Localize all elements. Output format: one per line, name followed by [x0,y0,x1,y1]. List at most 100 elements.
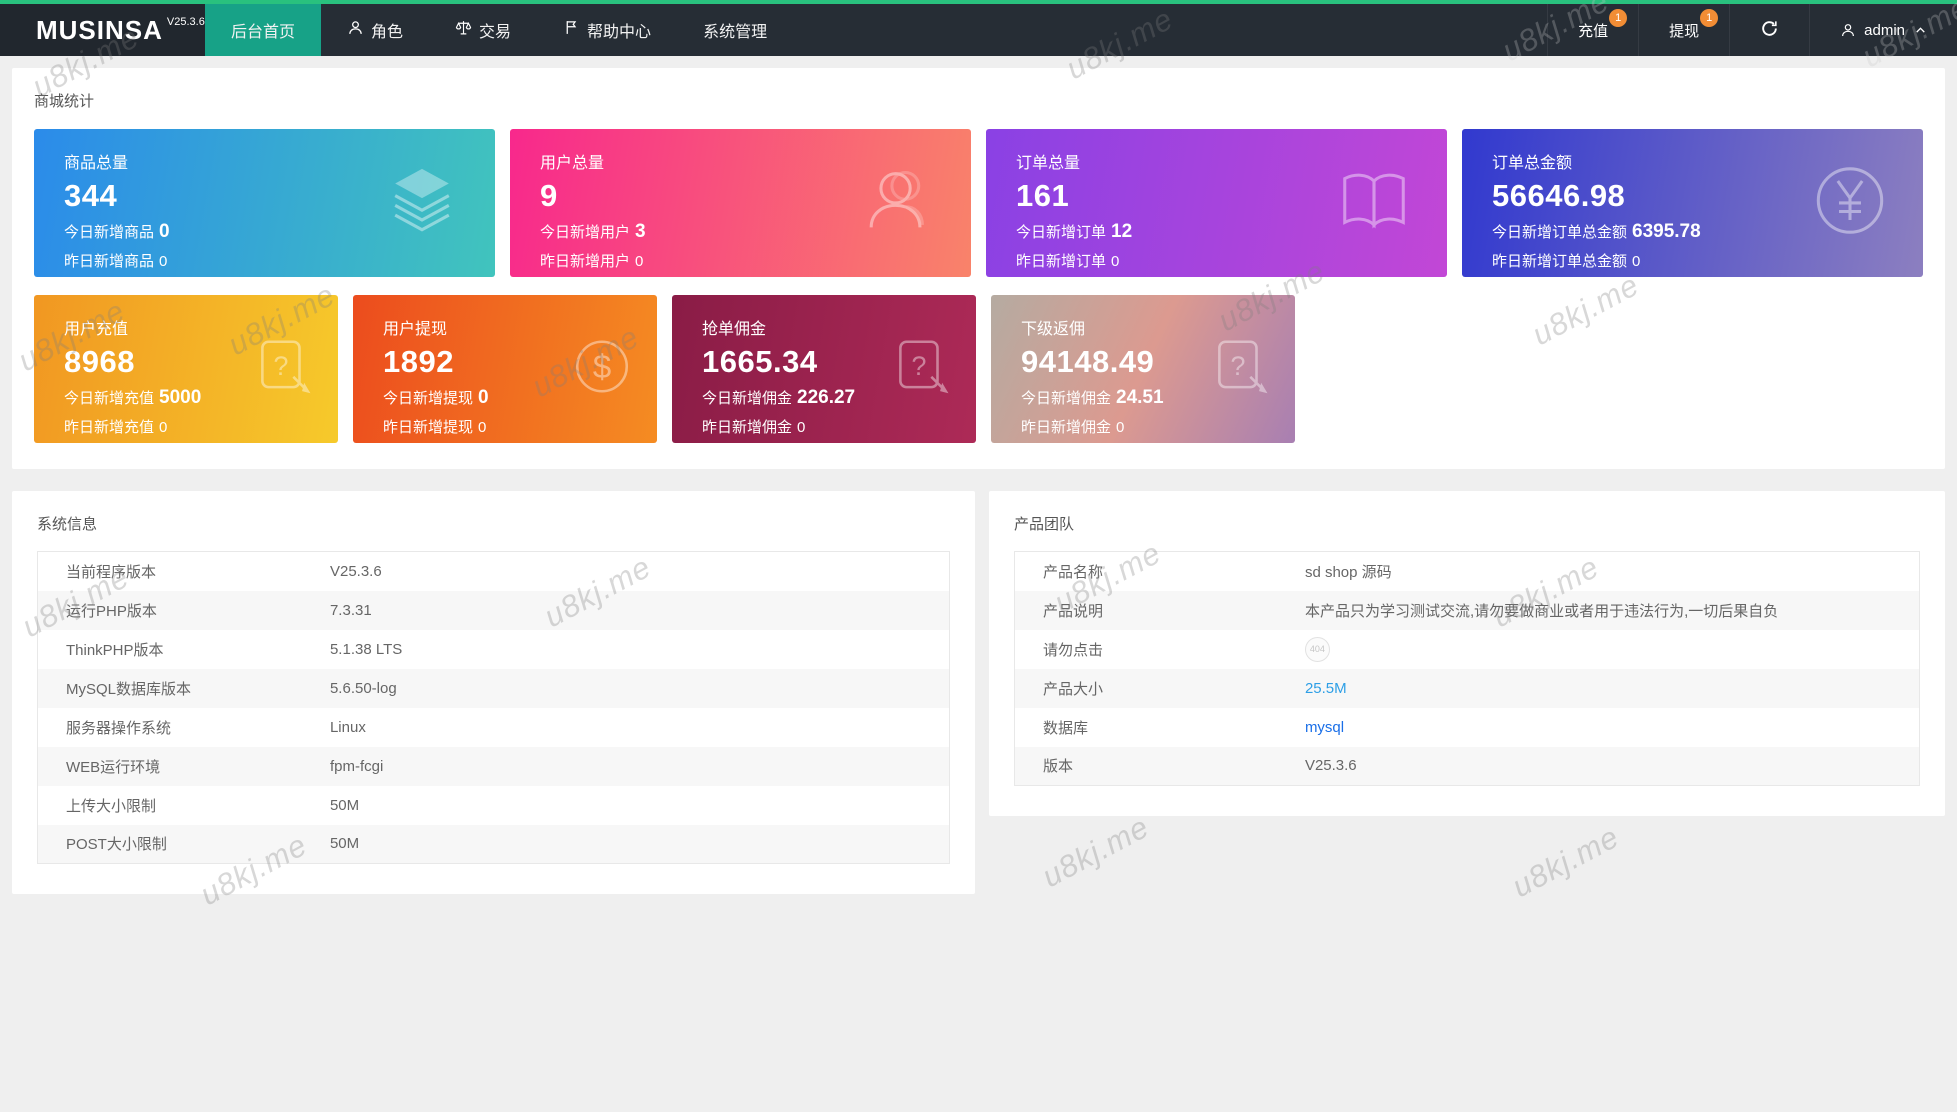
user-menu[interactable]: admin [1809,4,1957,56]
stat-yesterday-label: 昨日新增佣金 [1021,419,1111,436]
svg-text:$: $ [593,348,611,385]
stat-today-label: 今日新增充值 [64,390,154,407]
row-label: 运行PHP版本 [38,591,302,630]
stat-yesterday-value: 0 [1111,253,1119,270]
menu-item-dashboard[interactable]: 后台首页 [205,4,321,56]
product-team-panel: 产品团队 产品名称sd shop 源码 产品说明本产品只为学习测试交流,请勿要做… [989,491,1945,816]
row-label: MySQL数据库版本 [38,669,302,708]
logo-version: V25.3.6 [167,16,205,28]
row-value: fpm-fcgi [302,747,950,786]
stat-card-user-recharge: 用户充值 8968 今日新增充值5000 昨日新增充值0 ? [34,295,338,443]
stat-yesterday-value: 0 [1632,253,1640,270]
table-row: ThinkPHP版本5.1.38 LTS [38,630,950,669]
doc-question-icon: ? [888,334,954,405]
stat-today-value: 0 [159,221,170,242]
menu-item-help[interactable]: 帮助中心 [537,4,677,56]
scales-icon [455,19,479,41]
section-title-system-info: 系统信息 [37,513,950,534]
system-info-table: 当前程序版本V25.3.6 运行PHP版本7.3.31 ThinkPHP版本5.… [37,551,950,864]
book-icon [1335,162,1413,245]
product-size-link[interactable]: 25.5M [1305,680,1347,697]
table-row: 当前程序版本V25.3.6 [38,552,950,591]
stat-yesterday: 昨日新增提现0 [383,416,657,437]
table-row: MySQL数据库版本5.6.50-log [38,669,950,708]
table-row: 产品说明本产品只为学习测试交流,请勿要做商业或者用于违法行为,一切后果自负 [1015,591,1920,630]
row-label: 数据库 [1015,708,1277,747]
menu-item-label: 系统管理 [703,18,767,42]
bottom-panels: 系统信息 当前程序版本V25.3.6 运行PHP版本7.3.31 ThinkPH… [12,491,1945,894]
stats-row-1: 商品总量 344 今日新增商品0 昨日新增商品0 用户总量 9 今日新增用户3 … [34,129,1923,277]
stat-today-label: 今日新增订单总金额 [1492,224,1627,241]
row-label: 请勿点击 [1015,630,1277,669]
users-icon [859,162,937,245]
menu-item-roles[interactable]: 角色 [321,4,429,56]
stat-today-label: 今日新增用户 [540,224,630,241]
row-value: sd shop 源码 [1277,552,1920,591]
row-label: POST大小限制 [38,825,302,864]
main-menu: 后台首页 角色 交易 帮助中心 系统管理 [205,4,793,56]
row-label: 产品说明 [1015,591,1277,630]
refresh-button[interactable] [1729,4,1809,56]
row-value: V25.3.6 [302,552,950,591]
row-label: 产品名称 [1015,552,1277,591]
row-value: 5.1.38 LTS [302,630,950,669]
table-row: 产品大小 25.5M [1015,669,1920,708]
stat-today-value: 6395.78 [1632,221,1701,242]
dollar-icon: $ [569,334,635,405]
stat-yesterday-label: 昨日新增充值 [64,419,154,436]
stat-yesterday: 昨日新增商品 0 [64,250,495,271]
layers-icon [383,162,461,245]
stat-card-user-withdraw: 用户提现 1892 今日新增提现0 昨日新增提现0 $ [353,295,657,443]
stat-yesterday-value: 0 [159,253,167,270]
chevron-up-icon [1914,24,1927,37]
stat-yesterday-label: 昨日新增提现 [383,419,473,436]
stat-today-label: 今日新增提现 [383,390,473,407]
person-icon [347,19,371,41]
stat-yesterday-label: 昨日新增订单总金额 [1492,253,1627,270]
row-value: 本产品只为学习测试交流,请勿要做商业或者用于违法行为,一切后果自负 [1277,591,1920,630]
row-label: 服务器操作系统 [38,708,302,747]
stat-today-value: 5000 [159,387,201,408]
recharge-button[interactable]: 充值 1 [1547,4,1638,56]
row-value: 7.3.31 [302,591,950,630]
table-row: 请勿点击 404 [1015,630,1920,669]
stat-yesterday-label: 昨日新增佣金 [702,419,792,436]
logo[interactable]: MUSINSA V25.3.6 [0,4,205,56]
menu-item-trade[interactable]: 交易 [429,4,537,56]
row-value: Linux [302,708,950,747]
stat-yesterday-label: 昨日新增订单 [1016,253,1106,270]
row-label: 产品大小 [1015,669,1277,708]
row-value: 50M [302,786,950,825]
stat-today-label: 今日新增商品 [64,224,154,241]
logo-text: MUSINSA [36,15,163,46]
menu-item-label: 交易 [479,18,511,42]
stat-today-value: 12 [1111,221,1132,242]
svg-text:?: ? [1230,351,1245,381]
refresh-icon [1760,19,1779,42]
database-link[interactable]: mysql [1305,719,1344,736]
stat-today-label: 今日新增佣金 [1021,390,1111,407]
404-badge[interactable]: 404 [1305,637,1330,662]
row-value: 5.6.50-log [302,669,950,708]
stat-yesterday-label: 昨日新增商品 [64,253,154,270]
table-row: 版本V25.3.6 [1015,747,1920,786]
row-label: 当前程序版本 [38,552,302,591]
row-label: WEB运行环境 [38,747,302,786]
recharge-badge: 1 [1609,9,1627,27]
username: admin [1864,22,1905,39]
stat-yesterday: 昨日新增订单总金额 0 [1492,250,1923,271]
doc-question-icon: ? [250,334,316,405]
mall-stats-panel: 商城统计 商品总量 344 今日新增商品0 昨日新增商品0 用户总量 9 今日新… [12,68,1945,469]
stat-today-value: 3 [635,221,646,242]
menu-item-label: 角色 [371,18,403,42]
table-row: WEB运行环境fpm-fcgi [38,747,950,786]
table-row: 产品名称sd shop 源码 [1015,552,1920,591]
doc-question-icon: ? [1207,334,1273,405]
stat-card-order-commission: 抢单佣金 1665.34 今日新增佣金226.27 昨日新增佣金0 ? [672,295,976,443]
withdraw-button[interactable]: 提现 1 [1638,4,1729,56]
row-label: 上传大小限制 [38,786,302,825]
stat-yesterday-value: 0 [635,253,643,270]
svg-text:?: ? [273,351,288,381]
menu-item-system[interactable]: 系统管理 [677,4,793,56]
menu-item-label: 帮助中心 [587,18,651,42]
